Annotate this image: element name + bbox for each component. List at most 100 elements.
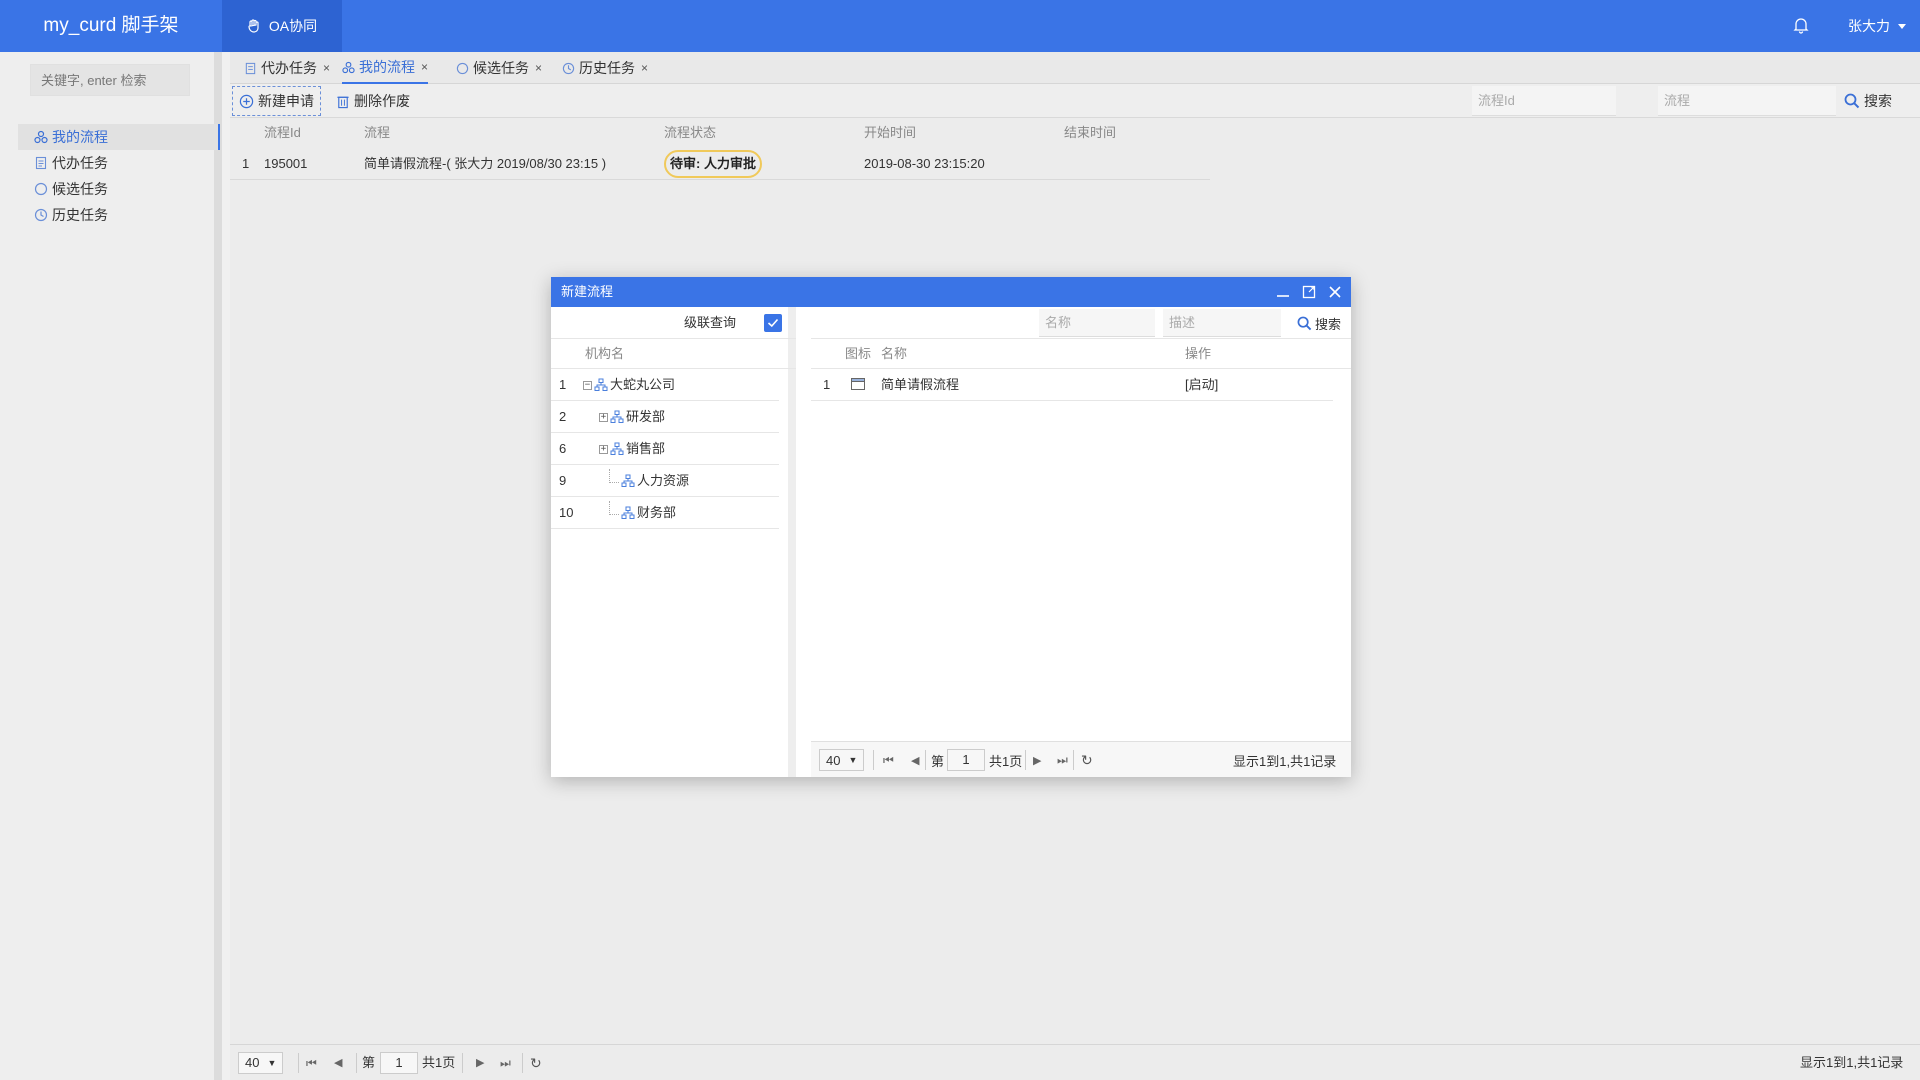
tree-node-company[interactable]: 1 − 大蛇丸公司	[551, 369, 779, 401]
page-number-input[interactable]: 1	[947, 749, 985, 771]
expand-icon[interactable]: +	[599, 412, 608, 422]
dialog-pagination: 40 ▼ ⏮ ◀ 第 1 共1页 ▶ ⏭ ↻ 显示1到1,共1记录	[811, 741, 1351, 777]
table-row[interactable]: 1 195001 简单请假流程-( 张大力 2019/08/30 23:15 )…	[230, 148, 1210, 180]
last-page-icon[interactable]: ⏭	[500, 1045, 511, 1080]
search-icon	[1844, 93, 1860, 109]
tree-node-finance[interactable]: 10 财务部	[551, 497, 779, 529]
new-flow-dialog: 新建流程 级联查询 机构名 1 − 大蛇丸公司 2 + 研发部 6 + 销售部 …	[551, 277, 1351, 777]
first-page-icon[interactable]: ⏮	[306, 1045, 317, 1080]
start-flow-link[interactable]: [启动]	[1185, 369, 1218, 401]
prev-page-icon[interactable]: ◀	[334, 1045, 342, 1080]
sidebar-menu: 我的流程 代办任务 候选任务 历史任务	[18, 124, 220, 228]
tree-node-sales[interactable]: 6 + 销售部	[551, 433, 779, 465]
close-icon[interactable]: ×	[421, 60, 428, 74]
prev-page-icon[interactable]: ◀	[911, 742, 919, 778]
search-label: 搜索	[1315, 316, 1342, 332]
flow-cell: 简单请假流程-( 张大力 2019/08/30 23:15 )	[364, 156, 607, 171]
expand-icon[interactable]: +	[599, 444, 608, 454]
top-tab-label: OA协同	[268, 18, 318, 34]
sidebar-item-label: 代办任务	[52, 155, 108, 171]
search-button[interactable]: 搜索	[1844, 86, 1892, 116]
first-page-icon[interactable]: ⏮	[883, 742, 894, 778]
flow-list-toolbar: 名称 描述 搜索	[811, 307, 1351, 339]
description-input[interactable]: 描述	[1163, 309, 1281, 337]
next-page-icon[interactable]: ▶	[1033, 742, 1041, 778]
collapse-icon[interactable]: −	[583, 380, 592, 390]
minimize-icon[interactable]	[1275, 284, 1291, 300]
column-header[interactable]: 流程状态	[664, 118, 716, 148]
refresh-icon[interactable]: ↻	[1081, 742, 1093, 778]
close-icon[interactable]: ×	[641, 61, 648, 75]
dialog-title: 新建流程	[561, 284, 614, 299]
tab-label: 历史任务	[579, 60, 635, 76]
refresh-icon[interactable]: ↻	[530, 1045, 542, 1080]
divider	[1073, 750, 1074, 770]
cascade-label: 级联查询	[684, 315, 737, 330]
divider	[298, 1053, 299, 1073]
tree-node-label: 销售部	[626, 441, 666, 456]
divider	[462, 1053, 463, 1073]
clock-icon	[562, 62, 575, 74]
user-menu[interactable]: 张大力	[1848, 16, 1906, 36]
name-input[interactable]: 名称	[1039, 309, 1155, 337]
bell-icon[interactable]	[1792, 16, 1812, 36]
document-icon	[35, 156, 47, 170]
sidebar-item-label: 历史任务	[52, 207, 108, 223]
column-header: 图标	[845, 346, 872, 361]
divider	[873, 750, 874, 770]
page-total: 共1页	[422, 1055, 456, 1070]
sidebar-item-candidate[interactable]: 候选任务	[18, 176, 220, 202]
tree-node-hr[interactable]: 9 人力资源	[551, 465, 779, 497]
app-title: my_curd 脚手架	[43, 15, 179, 36]
sidebar-item-todo[interactable]: 代办任务	[18, 150, 220, 176]
flow-search-button[interactable]: 搜索	[1297, 307, 1341, 339]
flow-name-cell: 简单请假流程	[881, 377, 960, 392]
column-header[interactable]: 流程	[364, 118, 390, 148]
page-size-select[interactable]: 40 ▼	[238, 1052, 284, 1074]
flow-id-input[interactable]: 流程Id	[1472, 86, 1616, 116]
close-icon[interactable]: ×	[535, 61, 542, 75]
tab-todo[interactable]: 代办任务 ×	[244, 52, 330, 84]
check-icon	[767, 318, 779, 328]
new-request-label: 新建申请	[258, 93, 314, 109]
tree-node-rd[interactable]: 2 + 研发部	[551, 401, 779, 433]
close-icon[interactable]	[1327, 284, 1343, 300]
row-number: 9	[559, 473, 567, 488]
page-number-input[interactable]: 1	[380, 1052, 418, 1074]
grid-header: 流程Id 流程 流程状态 开始时间 结束时间	[230, 118, 1920, 148]
new-request-button[interactable]: 新建申请	[232, 86, 321, 116]
tab-my-flow[interactable]: 我的流程 ×	[342, 52, 429, 84]
flow-id-cell: 195001	[264, 156, 308, 171]
close-icon[interactable]: ×	[323, 61, 330, 75]
hand-icon	[248, 19, 259, 33]
tab-history[interactable]: 历史任务 ×	[562, 52, 648, 84]
sidebar-search-input[interactable]: 关键字, enter 检索	[30, 64, 190, 96]
calendar-icon	[851, 377, 865, 390]
page-size-select[interactable]: 40 ▼	[819, 749, 865, 771]
last-page-icon[interactable]: ⏭	[1057, 742, 1068, 778]
page-prefix: 第	[931, 753, 945, 769]
flow-input[interactable]: 流程	[1658, 86, 1836, 116]
circle-icon	[34, 182, 48, 196]
delete-button[interactable]: 删除作废	[330, 86, 416, 116]
flow-icon	[342, 61, 355, 73]
org-icon	[621, 474, 635, 487]
table-row[interactable]: 1 简单请假流程 [启动]	[811, 369, 1333, 401]
row-number: 1	[559, 377, 567, 392]
next-page-icon[interactable]: ▶	[476, 1045, 484, 1080]
sidebar-item-history[interactable]: 历史任务	[18, 202, 220, 228]
maximize-icon[interactable]	[1301, 284, 1317, 300]
top-tab-oa[interactable]: OA协同	[222, 0, 342, 52]
status-badge: 待审: 人力审批	[664, 150, 762, 178]
column-header[interactable]: 开始时间	[864, 118, 916, 148]
column-header[interactable]: 流程Id	[264, 118, 301, 148]
org-header: 机构名	[551, 339, 796, 369]
top-bar: my_curd 脚手架 OA协同 张大力	[0, 0, 1920, 52]
page-total: 共1页	[989, 753, 1023, 769]
sidebar-item-my-flow[interactable]: 我的流程	[18, 124, 220, 150]
chevron-down-icon	[1898, 23, 1906, 29]
search-icon	[1297, 316, 1312, 330]
tab-candidate[interactable]: 候选任务 ×	[456, 52, 542, 84]
cascade-checkbox[interactable]	[764, 314, 782, 332]
column-header[interactable]: 结束时间	[1064, 118, 1116, 148]
